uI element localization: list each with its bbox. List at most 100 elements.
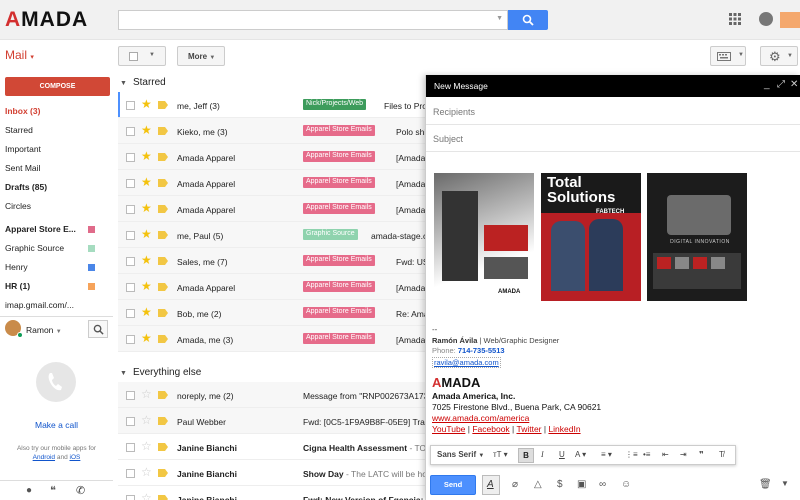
money-icon[interactable]: $ — [557, 479, 563, 490]
importance-marker-icon[interactable] — [158, 391, 168, 399]
row-checkbox[interactable] — [126, 309, 135, 318]
bulleted-list-icon[interactable]: •≡ — [643, 450, 650, 459]
star-icon[interactable]: ★ — [141, 305, 152, 319]
star-outline-icon[interactable]: ☆ — [141, 413, 152, 427]
star-outline-icon[interactable]: ☆ — [141, 491, 152, 500]
font-family-select[interactable]: Sans Serif ▼ — [437, 450, 484, 459]
align-icon[interactable]: ≡ ▾ — [601, 450, 612, 459]
star-icon[interactable]: ★ — [141, 123, 152, 137]
table-row[interactable]: ★ Amada, me (3) Apparel Store Emails [Amada… — [118, 326, 428, 352]
hangouts-icon[interactable]: ❝ — [50, 484, 56, 497]
numbered-list-icon[interactable]: ⋮≡ — [625, 450, 638, 459]
drive-icon[interactable]: △ — [534, 479, 542, 490]
facebook-link[interactable]: Facebook — [472, 424, 509, 434]
expand-icon[interactable]: ⤢ — [777, 79, 785, 90]
row-checkbox[interactable] — [126, 231, 135, 240]
search-input[interactable]: ▼ — [118, 10, 508, 30]
people-search-button[interactable] — [88, 320, 108, 338]
contacts-icon[interactable]: ● — [26, 485, 32, 496]
importance-marker-icon[interactable] — [158, 495, 168, 500]
insert-link-icon[interactable]: ∞ — [599, 479, 606, 490]
table-row[interactable]: ★ Bob, me (2) Apparel Store Emails Re: Amad… — [118, 300, 428, 326]
table-row[interactable]: ★ Amada Apparel Apparel Store Emails [Amada… — [118, 170, 428, 196]
sidebar-item-imap[interactable]: imap.gmail.com/... — [5, 300, 110, 316]
ios-link[interactable]: iOS — [70, 454, 81, 461]
collapse-triangle-icon[interactable]: ▼ — [120, 370, 127, 377]
row-checkbox[interactable] — [126, 257, 135, 266]
attachment-image-2[interactable]: Total Solutions FABTECH — [541, 173, 641, 301]
more-button[interactable]: More ▼ — [177, 46, 225, 66]
account-avatar[interactable] — [780, 12, 800, 28]
attachment-image-3[interactable]: DIGITAL INNOVATION — [647, 173, 747, 301]
table-row[interactable]: ☆ Janine Bianchi Show Day - The LATC will … — [118, 460, 428, 486]
row-checkbox[interactable] — [126, 127, 135, 136]
row-checkbox[interactable] — [126, 205, 135, 214]
importance-marker-icon[interactable] — [158, 335, 168, 343]
star-outline-icon[interactable]: ☆ — [141, 387, 152, 401]
row-checkbox[interactable] — [126, 283, 135, 292]
android-link[interactable]: Android — [33, 454, 55, 461]
sidebar-item-important[interactable]: Important — [5, 144, 110, 160]
star-icon[interactable]: ★ — [141, 227, 152, 241]
row-checkbox[interactable] — [126, 101, 135, 110]
signature-email-link[interactable]: ravila@amada.com — [432, 357, 501, 368]
star-icon[interactable]: ★ — [141, 253, 152, 267]
user-name[interactable]: Ramon ▼ — [26, 325, 62, 335]
star-outline-icon[interactable]: ☆ — [141, 465, 152, 479]
select-checkbox[interactable] — [129, 52, 138, 61]
table-row[interactable]: ★ me, Jeff (3) Nick/Projects/Web Files to P… — [118, 92, 428, 118]
table-row[interactable]: ★ me, Paul (5) Graphic Source amada-stage.c… — [118, 222, 428, 248]
youtube-link[interactable]: YouTube — [432, 424, 465, 434]
star-icon[interactable]: ★ — [141, 97, 152, 111]
importance-marker-icon[interactable] — [158, 417, 168, 425]
row-checkbox[interactable] — [126, 335, 135, 344]
search-options-icon[interactable]: ▼ — [496, 15, 503, 22]
table-row[interactable]: ★ Kieko, me (3) Apparel Store Emails Polo s… — [118, 118, 428, 144]
importance-marker-icon[interactable] — [158, 257, 168, 265]
importance-marker-icon[interactable] — [158, 443, 168, 451]
recipients-input[interactable]: Recipients — [426, 99, 800, 125]
collapse-triangle-icon[interactable]: ▼ — [120, 80, 127, 87]
row-checkbox[interactable] — [126, 179, 135, 188]
emoji-icon[interactable]: ☺ — [621, 479, 631, 490]
text-color-icon[interactable]: A ▾ — [575, 450, 586, 459]
minimize-icon[interactable]: _ — [764, 79, 770, 90]
table-row[interactable]: ★ Sales, me (7) Apparel Store Emails Fwd: U… — [118, 248, 428, 274]
row-label[interactable]: Apparel Store Emails — [303, 255, 375, 266]
attach-file-icon[interactable]: ⌀ — [512, 479, 518, 490]
importance-marker-icon[interactable] — [158, 127, 168, 135]
sidebar-item-inbox[interactable]: Inbox (3) — [5, 106, 110, 122]
mail-switcher[interactable]: Mail ▾ — [5, 48, 34, 62]
section-starred[interactable]: ▼ Starred — [120, 77, 166, 88]
send-button[interactable]: Send — [430, 475, 476, 495]
row-checkbox[interactable] — [126, 391, 135, 400]
importance-marker-icon[interactable] — [158, 469, 168, 477]
table-row[interactable]: ☆ Janine Bianchi Fwd: New Version of Fgenc… — [118, 486, 428, 500]
close-icon[interactable]: ✕ — [790, 79, 798, 90]
linkedin-link[interactable]: LinkedIn — [548, 424, 580, 434]
indent-less-icon[interactable]: ⇤ — [662, 450, 669, 459]
more-options-icon[interactable]: ▼ — [781, 479, 789, 488]
row-label[interactable]: Apparel Store Emails — [303, 151, 375, 162]
sidebar-item-drafts[interactable]: Drafts (85) — [5, 182, 110, 198]
row-label[interactable]: Apparel Store Emails — [303, 203, 375, 214]
insert-photo-icon[interactable]: ▣ — [577, 479, 586, 490]
table-row[interactable]: ☆ Paul Webber Fwd: [0C5-1F9A9B8F-05E9] Tra… — [118, 408, 428, 434]
importance-marker-icon[interactable] — [158, 283, 168, 291]
signature-website-link[interactable]: www.amada.com/america — [432, 413, 529, 423]
star-icon[interactable]: ★ — [141, 149, 152, 163]
row-label[interactable]: Nick/Projects/Web — [303, 99, 367, 110]
select-all-button[interactable]: ▼ — [118, 46, 166, 66]
font-size-icon[interactable]: тT ▾ — [493, 450, 508, 459]
star-outline-icon[interactable]: ☆ — [141, 439, 152, 453]
importance-marker-icon[interactable] — [158, 153, 168, 161]
row-label[interactable]: Apparel Store Emails — [303, 307, 375, 318]
star-icon[interactable]: ★ — [141, 175, 152, 189]
discard-draft-icon[interactable]: 🗑 — [759, 479, 772, 490]
compose-title-bar[interactable]: New Message _ ⤢ ✕ — [426, 75, 800, 97]
apps-grid-icon[interactable] — [729, 13, 741, 25]
indent-more-icon[interactable]: ⇥ — [680, 450, 687, 459]
bold-button[interactable]: B — [518, 448, 534, 463]
settings-button[interactable]: ⚙ ▼ — [760, 46, 798, 66]
sidebar-item-starred[interactable]: Starred — [5, 125, 110, 141]
